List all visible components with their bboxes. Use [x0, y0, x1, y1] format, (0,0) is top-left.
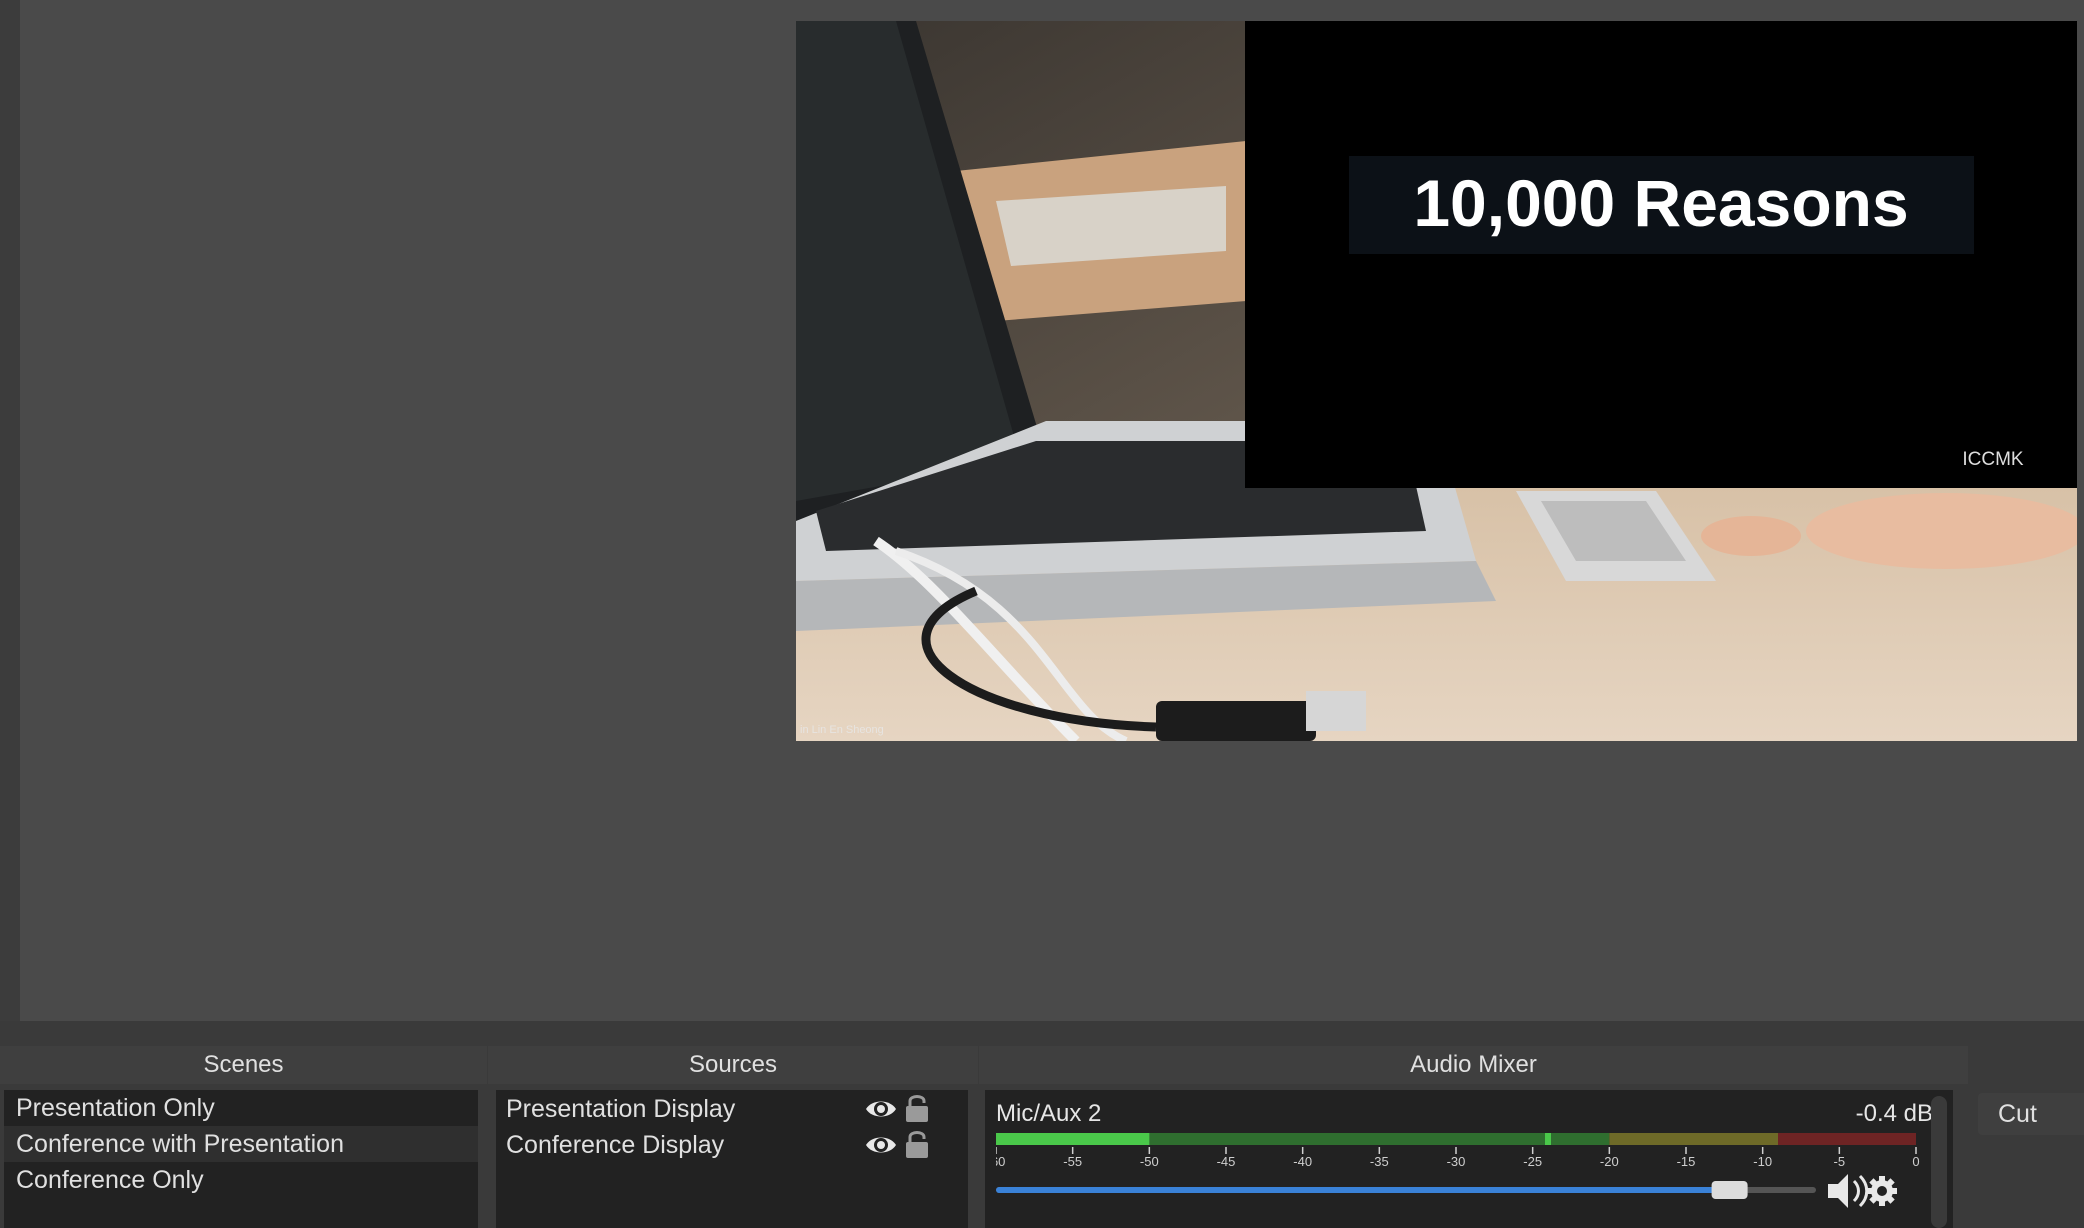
scene-item[interactable]: Conference Only [4, 1162, 478, 1198]
volume-slider-handle[interactable] [1711, 1181, 1748, 1199]
source-item-label: Presentation Display [506, 1095, 736, 1123]
slide-logo: ICCMK [1962, 449, 2024, 470]
unlock-icon[interactable] [904, 1093, 930, 1123]
eye-icon[interactable] [864, 1095, 898, 1123]
left-strip [0, 0, 20, 1021]
meter-tick-label: -45 [1217, 1154, 1236, 1169]
meter-tick-label: -5 [1834, 1154, 1846, 1169]
unlock-icon[interactable] [904, 1129, 930, 1159]
cut-transition-button[interactable]: Cut [1978, 1093, 2084, 1135]
mixer-channel: Mic/Aux 2 -0.4 dB -60-55-50-45-40-35-30-… [985, 1090, 1953, 1228]
mixer-db-readout: -0.4 dB [1855, 1100, 1933, 1127]
meter-tick-label: -15 [1677, 1154, 1696, 1169]
camera-feed: 10,000 Reasons ICCMK in Lin En Sheong [796, 21, 2077, 741]
meter-level-bar [996, 1133, 1150, 1145]
scene-item-selected[interactable]: Conference with Presentation [4, 1126, 478, 1162]
meter-tick-label: -40 [1293, 1154, 1312, 1169]
audio-mixer-panel-title: Audio Mixer [979, 1046, 1968, 1084]
volume-slider-fill [996, 1187, 1718, 1193]
slide-title: 10,000 Reasons [1413, 166, 1908, 240]
meter-tick-label: -20 [1600, 1154, 1619, 1169]
source-item[interactable]: Conference Display [496, 1127, 968, 1163]
meter-zone [1609, 1133, 1778, 1145]
eye-icon[interactable] [864, 1131, 898, 1159]
meter-tick-label: -60 [996, 1154, 1005, 1169]
meter-tick-label: -35 [1370, 1154, 1389, 1169]
sources-panel-title: Sources [488, 1046, 978, 1084]
scenes-list[interactable]: Presentation Only Conference with Presen… [4, 1090, 478, 1228]
camera-caption: in Lin En Sheong [800, 724, 884, 736]
mixer-scrollbar[interactable] [1931, 1096, 1947, 1228]
meter-tick-label: 0 [1912, 1154, 1919, 1169]
meter-tick-label: -50 [1140, 1154, 1159, 1169]
meter-tick-label: -30 [1447, 1154, 1466, 1169]
gear-icon[interactable] [1867, 1176, 1897, 1206]
scenes-panel-title: Scenes [0, 1046, 487, 1084]
scene-item[interactable]: Presentation Only [4, 1090, 478, 1126]
source-item-label: Conference Display [506, 1131, 725, 1159]
preview-canvas[interactable]: 10,000 Reasons ICCMK in Lin En Sheong [796, 21, 2077, 741]
meter-tick-label: -55 [1063, 1154, 1082, 1169]
volume-meter: -60-55-50-45-40-35-30-25-20-15-10-50 [996, 1133, 1920, 1208]
meter-tick-label: -25 [1523, 1154, 1542, 1169]
speaker-icon[interactable] [1828, 1174, 1869, 1208]
mixer-channel-name: Mic/Aux 2 [996, 1100, 1102, 1127]
meter-tick-label: -10 [1753, 1154, 1772, 1169]
meter-peak-marker [1545, 1133, 1551, 1145]
sources-list[interactable]: Presentation Display Conference Display [496, 1090, 968, 1228]
source-item[interactable]: Presentation Display [496, 1091, 968, 1127]
meter-zone [1778, 1133, 1916, 1145]
